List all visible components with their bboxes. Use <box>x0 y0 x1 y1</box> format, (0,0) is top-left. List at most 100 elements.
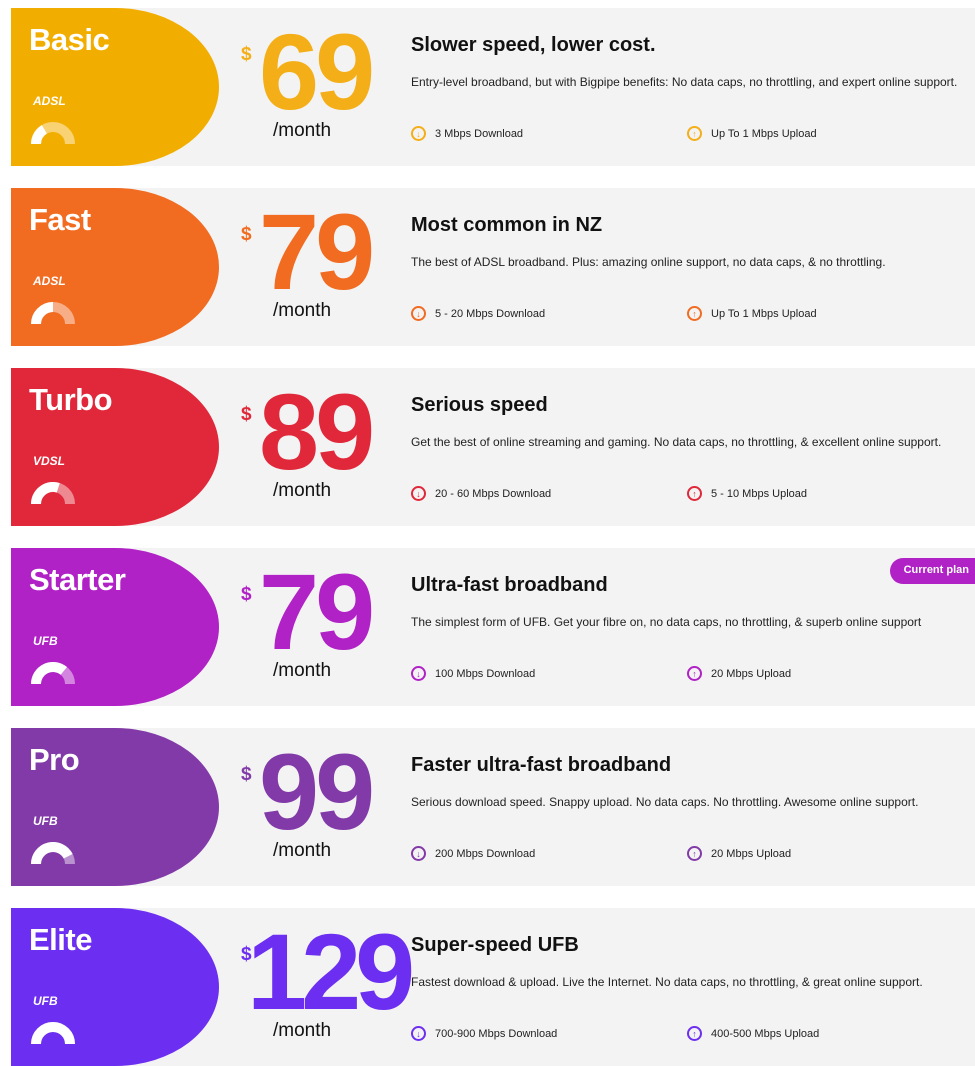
plan-description: Fastest download & upload. Live the Inte… <box>411 975 923 989</box>
currency-symbol: $ <box>241 224 252 245</box>
plan-name: Basic <box>29 22 110 57</box>
upload-speed: ↑ 400-500 Mbps Upload <box>687 1026 819 1041</box>
upload-speed: ↑ Up To 1 Mbps Upload <box>687 126 817 141</box>
tier-panel: Elite UFB <box>11 908 219 1066</box>
plan-headline: Slower speed, lower cost. <box>411 34 656 56</box>
arrow-down-circle-icon: ↓ <box>411 1026 426 1041</box>
arrow-down-circle-icon: ↓ <box>411 306 426 321</box>
download-speed: ↓ 3 Mbps Download <box>411 126 523 141</box>
speed-gauge-icon <box>31 841 75 865</box>
download-speed-label: 200 Mbps Download <box>435 847 536 860</box>
price-block: $ 129 /month <box>237 908 415 1066</box>
plan-name: Elite <box>29 922 92 957</box>
price-amount: 89 <box>259 371 375 492</box>
arrow-up-circle-icon: ↑ <box>687 846 702 861</box>
download-speed-label: 20 - 60 Mbps Download <box>435 487 552 500</box>
download-speed: ↓ 20 - 60 Mbps Download <box>411 486 551 501</box>
download-speed: ↓ 200 Mbps Download <box>411 846 535 861</box>
upload-speed-label: 20 Mbps Upload <box>711 847 792 860</box>
plan-description: Get the best of online streaming and gam… <box>411 435 942 449</box>
plan-name: Starter <box>29 562 126 597</box>
upload-speed: ↑ Up To 1 Mbps Upload <box>687 306 817 321</box>
speed-gauge-icon <box>31 121 75 145</box>
technology-label: UFB <box>33 814 58 828</box>
arrow-down-circle-icon: ↓ <box>411 126 426 141</box>
price-period: /month <box>273 660 332 681</box>
gauge-fill <box>31 662 68 685</box>
plan-description: The simplest form of UFB. Get your fibre… <box>411 615 922 629</box>
download-speed-label: 700-900 Mbps Download <box>435 1027 558 1040</box>
upload-speed-label: 5 - 10 Mbps Upload <box>711 487 807 500</box>
price-period: /month <box>273 120 332 141</box>
plan-name: Fast <box>29 202 91 237</box>
plan-name: Turbo <box>29 382 113 417</box>
arrow-up-circle-icon: ↑ <box>687 306 702 321</box>
download-speed: ↓ 100 Mbps Download <box>411 666 535 681</box>
gauge-fill <box>31 842 73 865</box>
currency-symbol: $ <box>241 764 252 785</box>
price-period: /month <box>273 300 332 321</box>
plan-list: Basic ADSL $ 69 /month Slower speed, low… <box>0 0 975 1066</box>
plan-card-basic[interactable]: Basic ADSL $ 69 /month Slower speed, low… <box>11 8 975 166</box>
gauge-fill <box>31 125 48 145</box>
upload-speed: ↑ 20 Mbps Upload <box>687 846 791 861</box>
technology-label: VDSL <box>33 454 66 468</box>
price-amount: 79 <box>259 551 375 672</box>
price-amount: 99 <box>259 731 375 852</box>
download-speed: ↓ 700-900 Mbps Download <box>411 1026 557 1041</box>
upload-speed-label: Up To 1 Mbps Upload <box>711 127 817 140</box>
plan-card-pro[interactable]: Pro UFB $ 99 /month Faster ultra-fast br… <box>11 728 975 886</box>
price-period: /month <box>273 1020 332 1041</box>
speed-gauge-icon <box>31 301 75 325</box>
speed-gauge-icon <box>31 661 75 685</box>
tier-panel: Starter UFB <box>11 548 219 706</box>
upload-speed: ↑ 5 - 10 Mbps Upload <box>687 486 807 501</box>
plan-headline: Ultra-fast broadband <box>411 574 608 596</box>
plan-card-elite[interactable]: Elite UFB $ 129 /month Super-speed UFB F… <box>11 908 975 1066</box>
price-block: $ 79 /month <box>237 188 397 346</box>
arrow-down-circle-icon: ↓ <box>411 486 426 501</box>
technology-label: UFB <box>33 994 58 1008</box>
currency-symbol: $ <box>241 584 252 605</box>
price-block: $ 79 /month <box>237 548 397 706</box>
price-amount: 79 <box>259 191 375 312</box>
plan-name: Pro <box>29 742 80 777</box>
download-speed-label: 5 - 20 Mbps Download <box>435 307 546 320</box>
tier-panel: Turbo VDSL <box>11 368 219 526</box>
price-period: /month <box>273 480 332 501</box>
price-amount: 69 <box>259 11 375 132</box>
price-period: /month <box>273 840 332 861</box>
price-block: $ 69 /month <box>237 8 397 166</box>
download-speed: ↓ 5 - 20 Mbps Download <box>411 306 545 321</box>
technology-label: ADSL <box>33 274 66 288</box>
technology-label: ADSL <box>33 94 66 108</box>
price-block: $ 89 /month <box>237 368 397 526</box>
arrow-down-circle-icon: ↓ <box>411 666 426 681</box>
gauge-fill <box>31 482 60 505</box>
download-speed-label: 100 Mbps Download <box>435 667 536 680</box>
plan-headline: Faster ultra-fast broadband <box>411 754 672 776</box>
gauge-fill <box>31 302 54 325</box>
arrow-up-circle-icon: ↑ <box>687 1026 702 1041</box>
plan-card-turbo[interactable]: Turbo VDSL $ 89 /month Serious speed Get… <box>11 368 975 526</box>
speed-gauge-icon <box>31 481 75 505</box>
arrow-up-circle-icon: ↑ <box>687 666 702 681</box>
currency-symbol: $ <box>241 44 252 65</box>
technology-label: UFB <box>33 634 58 648</box>
tier-panel: Fast ADSL <box>11 188 219 346</box>
currency-symbol: $ <box>241 404 252 425</box>
upload-speed-label: 400-500 Mbps Upload <box>711 1027 820 1040</box>
plan-card-starter[interactable]: Starter UFB $ 79 /month Ultra-fast broad… <box>11 548 975 706</box>
plan-description: Serious download speed. Snappy upload. N… <box>411 795 919 809</box>
upload-speed: ↑ 20 Mbps Upload <box>687 666 791 681</box>
plan-description: Entry-level broadband, but with Bigpipe … <box>411 75 958 89</box>
upload-speed-label: 20 Mbps Upload <box>711 667 792 680</box>
upload-speed-label: Up To 1 Mbps Upload <box>711 307 817 320</box>
plan-description: The best of ADSL broadband. Plus: amazin… <box>411 255 886 269</box>
price-amount: 129 <box>247 911 415 1032</box>
plan-card-fast[interactable]: Fast ADSL $ 79 /month Most common in NZ … <box>11 188 975 346</box>
tier-panel: Basic ADSL <box>11 8 219 166</box>
arrow-down-circle-icon: ↓ <box>411 846 426 861</box>
plan-headline: Super-speed UFB <box>411 934 579 956</box>
download-speed-label: 3 Mbps Download <box>435 127 524 140</box>
